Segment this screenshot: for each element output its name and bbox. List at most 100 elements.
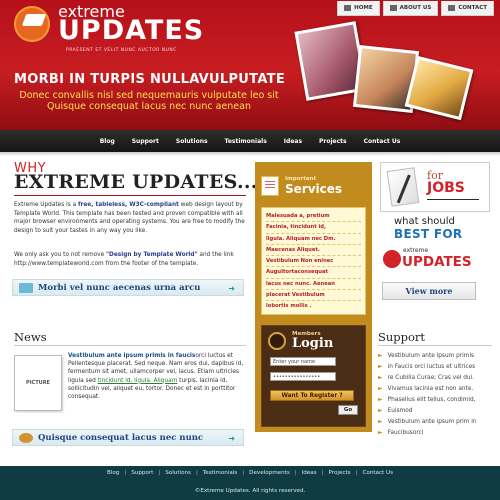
services-item[interactable]: Maecenas Aliquet.	[266, 245, 361, 257]
nav-blog[interactable]: Blog	[100, 138, 115, 145]
footer-link-blog[interactable]: Blog	[107, 470, 119, 476]
footer-link-contact-us[interactable]: Contact Us	[362, 470, 393, 476]
support-item[interactable]: ► Phasellus elit tellus, condimid,	[378, 396, 496, 407]
support-item-label: Euismod	[387, 408, 413, 414]
register-button[interactable]: Want To Register ?	[270, 390, 354, 401]
bullet-icon: ►	[378, 374, 383, 381]
intro2-text-start: We only ask you to not remove	[14, 252, 107, 258]
support-item[interactable]: ► re Cubilia Curae; Cras vel dui.	[378, 374, 496, 385]
support-divider	[378, 345, 492, 346]
feature-bar-2[interactable]: Quisque consequat lacus nec nunc ➜	[12, 429, 244, 446]
nav-solutions[interactable]: Solutions	[176, 138, 208, 145]
footer-link-testimonials[interactable]: Testimonials	[203, 470, 237, 476]
services-title: Services	[285, 182, 343, 196]
nav-testimonials[interactable]: Testimonials	[225, 138, 267, 145]
footer-link-ideas[interactable]: Ideas	[302, 470, 317, 476]
top-nav: HOME ABOUT US CONTACT	[337, 1, 494, 16]
bullet-icon: ►	[378, 385, 383, 392]
intro-paragraph: Extreme Updates is a free, tableless, W3…	[14, 201, 246, 235]
support-item-label: Faucibusorci	[387, 430, 424, 436]
what-should-text: what should	[394, 216, 455, 227]
services-item[interactable]: Vestibulum Non eninec	[266, 256, 361, 268]
top-nav-about[interactable]: ABOUT US	[382, 1, 439, 16]
top-nav-contact[interactable]: CONTACT	[441, 1, 494, 16]
services-item[interactable]: placerat Vestibulum	[266, 290, 361, 302]
top-nav-contact-label: CONTACT	[458, 5, 487, 11]
notepad-icon	[261, 176, 279, 196]
services-item[interactable]: AuguItortaconsequat	[266, 267, 361, 279]
why-divider	[14, 195, 246, 196]
nav-support[interactable]: Support	[132, 138, 159, 145]
footer-nav: Blog | Support | Solutions | Testimonials | …	[0, 470, 500, 476]
top-nav-home-label: HOME	[354, 5, 373, 11]
logo-tagline: PRAESENT ET VELIT NUNC AUCTOR NUNC	[66, 48, 177, 53]
support-item[interactable]: ► Vivamus lacinia est non ante.	[378, 385, 496, 396]
footer-separator: |	[321, 470, 324, 476]
monitor-icon	[19, 282, 33, 293]
footer-separator: |	[242, 470, 245, 476]
main-nav: Blog Support Solutions Testimonials Idea…	[0, 130, 500, 152]
jobs-underline	[427, 199, 479, 200]
member-avatar-icon	[268, 332, 286, 350]
support-heading: Support	[378, 330, 426, 344]
hero-title: MORBI IN TURPIS NULLAVULPUTATE	[14, 72, 286, 87]
footer-link-solutions[interactable]: Solutions	[165, 470, 191, 476]
arrow-right-icon: ➜	[228, 284, 235, 293]
news-link[interactable]: Vestibulum ante ipsum primis in faucis	[68, 353, 195, 359]
promo-logo[interactable]: extreme UPDATES	[380, 244, 480, 276]
view-more-button[interactable]: View more	[382, 282, 476, 300]
services-item[interactable]: lobortis mollis .	[266, 301, 361, 311]
logo-updates-text[interactable]: UPDATES	[58, 15, 204, 46]
bullet-icon: ►	[378, 363, 383, 370]
members-login-box: Members Login Enter your name ••••••••••…	[261, 325, 366, 427]
support-item-label: re Cubilia Curae; Cras vel dui.	[387, 375, 475, 381]
nav-contact-us[interactable]: Contact Us	[364, 138, 401, 145]
footer-link-support[interactable]: Support	[131, 470, 153, 476]
services-item[interactable]: Malesuada a, pretium	[266, 211, 361, 223]
pen-paper-icon	[386, 167, 420, 207]
header-banner: extreme UPDATES PRAESENT ET VELIT NUNC A…	[0, 0, 500, 130]
support-item[interactable]: ► Vestibulum ante ipsum primis	[378, 352, 496, 363]
nav-ideas[interactable]: Ideas	[284, 138, 302, 145]
hero-photo-collage	[292, 18, 492, 128]
name-input[interactable]: Enter your name	[270, 357, 336, 366]
services-header: Important Services	[261, 168, 366, 204]
support-item[interactable]: ► Euismod	[378, 407, 496, 418]
hero-photo-3	[404, 55, 474, 121]
footer: Blog | Support | Solutions | Testimonials | …	[0, 466, 500, 500]
promo-extreme-text: extreme	[403, 247, 429, 254]
news-heading: News	[14, 330, 47, 344]
arrow-right-icon: ➜	[228, 434, 235, 443]
top-nav-about-label: ABOUT US	[399, 5, 432, 11]
speech-bubble-icon	[19, 432, 33, 443]
support-item[interactable]: ► Faucibusorci	[378, 429, 496, 440]
top-nav-home[interactable]: HOME	[337, 1, 380, 16]
home-icon	[344, 5, 352, 11]
page: extreme UPDATES PRAESENT ET VELIT NUNC A…	[0, 0, 500, 500]
services-item[interactable]: ligula. Aliquam nec Dm.	[266, 234, 361, 245]
news-picture-placeholder: PICTURE	[14, 355, 62, 411]
password-input[interactable]: ••••••••••••••••	[270, 372, 336, 381]
services-list: Malesuada a, pretium Facinia, tincidunt …	[261, 207, 366, 315]
support-item[interactable]: ► Vestibulum ante ipsum prim in	[378, 418, 496, 429]
nav-projects[interactable]: Projects	[319, 138, 347, 145]
support-list: ► Vestibulum ante ipsum primis ► in Faucis…	[378, 352, 496, 440]
envelope-icon	[448, 5, 456, 11]
services-column: Important Services Malesuada a, pretium …	[255, 162, 372, 432]
bullet-icon: ►	[378, 396, 383, 403]
feature-bar-1[interactable]: Morbi vel nunc aecenas urna arcu ➜	[12, 279, 244, 296]
support-item[interactable]: ► in Faucis orci luctus et ultrices	[378, 363, 496, 374]
footer-link-developments[interactable]: Developments	[249, 470, 290, 476]
logo-swoosh-icon	[14, 6, 50, 42]
news-green-link[interactable]: tincidunt id, ligula. Aliquam	[98, 378, 178, 384]
services-item[interactable]: Facinia, tincidunt id,	[266, 222, 361, 234]
feature-bar-2-label: Quisque consequat lacus nec nunc	[38, 432, 204, 443]
bullet-icon: ►	[378, 429, 383, 436]
jobs-banner[interactable]: for JOBS	[380, 162, 490, 212]
go-button[interactable]: Go	[338, 405, 358, 415]
why-title: EXTREME UPDATES...	[14, 171, 258, 193]
services-item[interactable]: lacus nec nunc. Aenean	[266, 279, 361, 291]
footer-link-projects[interactable]: Projects	[329, 470, 351, 476]
support-item-label: Vestibulum ante ipsum primis	[387, 353, 475, 359]
footer-separator: |	[294, 470, 297, 476]
